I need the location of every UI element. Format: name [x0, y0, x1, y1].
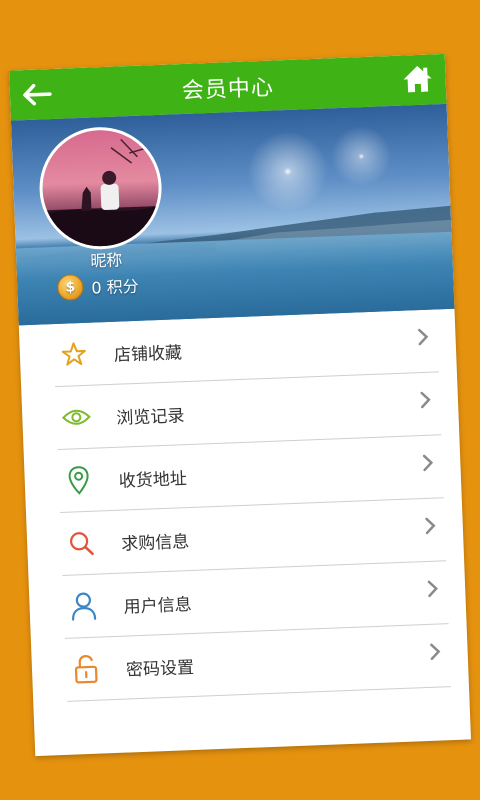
menu-item-label: 店铺收藏: [113, 342, 183, 366]
menu-item-label: 求购信息: [120, 531, 190, 555]
chevron-right-icon: [415, 326, 432, 349]
eye-icon: [60, 401, 93, 434]
star-icon: [57, 338, 90, 371]
menu-item-label: 用户信息: [123, 594, 193, 618]
search-icon: [65, 527, 98, 560]
menu-item-password-settings[interactable]: 密码设置: [64, 624, 451, 702]
points-text: 0 积分: [91, 276, 140, 298]
home-button[interactable]: [399, 60, 436, 97]
avatar-image: [43, 138, 161, 249]
menu-item-label: 浏览记录: [116, 405, 185, 429]
chevron-right-icon: [420, 452, 437, 475]
chevron-right-icon: [422, 514, 439, 537]
menu-item-label: 收货地址: [118, 468, 188, 492]
dollar-coin-icon: $: [56, 273, 84, 301]
location-pin-icon: [62, 464, 95, 497]
user-icon: [67, 590, 100, 623]
page-title: 会员中心: [181, 75, 275, 104]
back-button[interactable]: [19, 79, 54, 110]
profile-banner: 昵称 $ 0 积分: [10, 103, 455, 326]
unlock-icon: [69, 653, 102, 686]
home-icon: [403, 65, 432, 93]
chevron-right-icon: [425, 577, 442, 600]
menu-list: 店铺收藏 浏览记录 收货地址 求购信息 用户信息 密码设置: [19, 309, 469, 703]
chevron-right-icon: [427, 640, 444, 663]
nickname: 昵称: [89, 250, 123, 271]
points-display[interactable]: $ 0 积分: [56, 272, 140, 301]
arrow-left-icon: [23, 83, 52, 106]
chevron-right-icon: [418, 389, 435, 412]
menu-item-label: 密码设置: [125, 657, 195, 681]
member-center-screen: 会员中心 昵称 $ 0 积分 店铺收藏 浏览记录 收货地址 求购信息 用户信息 …: [8, 53, 472, 757]
